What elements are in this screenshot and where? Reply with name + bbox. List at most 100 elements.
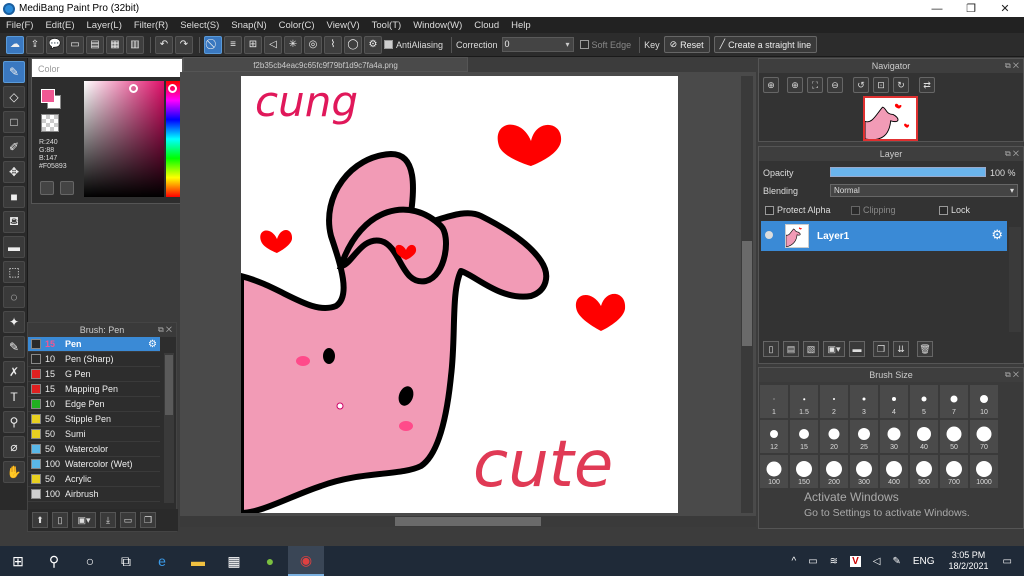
brush-size-cell[interactable]: 30 [879,419,909,454]
brush-new-icon[interactable]: ▯ [52,512,68,528]
search-icon[interactable]: ⚲ [36,546,72,576]
panel-float-icon[interactable]: ⧉ ✕ [158,323,172,337]
close-button[interactable]: ✕ [988,0,1022,17]
menu-layer[interactable]: Layer(L) [87,20,122,31]
brush-download-icon[interactable]: ⤓ [100,512,116,528]
brush-folder-icon[interactable]: ▭ [120,512,136,528]
canvas-vertical-scrollbar[interactable] [741,76,753,513]
brush-size-cell[interactable]: 100 [759,454,789,489]
comment-icon[interactable]: 💬 [46,35,64,54]
bucket-tool-icon[interactable]: ⛾ [3,211,25,233]
brush-item[interactable]: 50 Sumi [28,427,160,442]
brush-size-cell[interactable]: 300 [849,454,879,489]
notification-icon[interactable]: ▭ [1003,556,1012,567]
zoom-in-alt-icon[interactable]: ⊕ [787,77,803,93]
brush-size-cell[interactable]: 700 [939,454,969,489]
brush-menu-icon[interactable]: ▣▾ [72,512,96,528]
brush-size-cell[interactable]: 3 [849,384,879,419]
brush-list-scrollbar[interactable] [164,353,174,503]
menu-select[interactable]: Select(S) [180,20,219,31]
undo-icon[interactable]: ↶ [155,35,173,54]
text-tool-icon[interactable]: T [3,386,25,408]
cross-snap-icon[interactable]: ⊞ [244,35,262,54]
brush-size-cell[interactable]: 10 [969,384,999,419]
brush-size-cell[interactable]: 7 [939,384,969,419]
brush-size-cell[interactable]: 500 [909,454,939,489]
brush-copy-icon[interactable]: ❐ [140,512,156,528]
gear-icon[interactable]: ⚙ [364,35,382,54]
protect-alpha-checkbox[interactable] [765,205,774,215]
document-tab[interactable]: f2b35cb4eac9c65fc9f79bf1d9c7fa4a.png [183,57,468,72]
eye-icon[interactable] [765,231,773,239]
shape-tool-icon[interactable]: □ [3,111,25,133]
brush-size-cell[interactable]: 1.5 [789,384,819,419]
eyedropper-icon[interactable]: ⌀ [3,436,25,458]
hue-slider-handle[interactable] [168,84,177,93]
brush-add-icon[interactable]: ⬆ [32,512,48,528]
speech-icon[interactable]: ▭ [66,35,84,54]
eraser-tool-icon[interactable]: ◇ [3,86,25,108]
brush-size-cell[interactable]: 400 [879,454,909,489]
brush-size-cell[interactable]: 15 [789,419,819,454]
navigator-thumbnail[interactable] [863,96,918,141]
straight-line-button[interactable]: ╱ Create a straight line [713,36,818,53]
transparent-color-swatch[interactable] [41,114,59,132]
blending-select[interactable]: Normal ▾ [830,184,1018,197]
soft-edge-checkbox[interactable] [579,40,589,49]
panel-float-icon[interactable]: ⧉ ✕ [1005,368,1019,382]
task-view-icon[interactable]: ⧉ [108,546,144,576]
file-explorer-icon[interactable]: ▬ [180,546,216,576]
add-layer-menu-icon[interactable]: ▣▾ [823,341,845,357]
menu-color[interactable]: Color(C) [279,20,315,31]
clipping-option[interactable]: Clipping [851,205,896,215]
color-wheel-icon[interactable] [60,181,74,195]
lock-option[interactable]: Lock [939,205,970,215]
brush-size-cell[interactable]: 25 [849,419,879,454]
brush-size-cell[interactable]: 40 [909,419,939,454]
lasso-tool-icon[interactable]: ◌ [3,286,25,308]
reset-button[interactable]: ⊘ Reset [663,36,710,53]
new-layer-icon[interactable]: ▯ [763,341,779,357]
chevron-up-icon[interactable]: ^ [792,556,797,567]
rotate-right-icon[interactable]: ↻ [893,77,909,93]
store-icon[interactable]: ▦ [216,546,252,576]
zoom-in-icon[interactable]: ⊕ [763,77,779,93]
delete-layer-icon[interactable]: 🗑 [917,341,933,357]
panel-float-icon[interactable]: ⧉ ✕ [1005,59,1019,73]
select-pen-icon[interactable]: ✎ [3,336,25,358]
brush-tool-icon[interactable]: ✎ [3,61,25,83]
brush-item[interactable]: 10 Edge Pen [28,397,160,412]
magic-wand-icon[interactable]: ✦ [3,311,25,333]
new-8bit-layer-icon[interactable]: ▧ [803,341,819,357]
brush-item[interactable]: 50 Stipple Pen [28,412,160,427]
layer-row[interactable]: Layer1 ⚙ [761,221,1007,251]
saturation-value-picker[interactable] [84,81,164,197]
pen-icon[interactable]: ✎ [892,556,900,567]
flip-icon[interactable]: ⇄ [919,77,935,93]
volume-icon[interactable]: ◁ [873,556,881,567]
hand-tool-icon[interactable]: ✋ [3,461,25,483]
select-tool-icon[interactable]: ⬚ [3,261,25,283]
merge-layer-icon[interactable]: ⇊ [893,341,909,357]
move-tool-icon[interactable]: ✥ [3,161,25,183]
brush-item[interactable]: 50 Acrylic [28,472,160,487]
parallel-snap-icon[interactable]: ≡ [224,35,242,54]
zoom-out-icon[interactable]: ⊖ [827,77,843,93]
language-indicator[interactable]: ENG [913,556,935,567]
battery-icon[interactable]: ▭ [808,556,817,567]
brush-size-cell[interactable]: 200 [819,454,849,489]
drawing-canvas[interactable]: cung cute [241,76,678,513]
clock[interactable]: 3:05 PM 18/2/2021 [949,550,989,572]
vivaldi-tray-icon[interactable]: V [850,555,861,567]
wifi-icon[interactable]: ≋ [830,556,838,567]
brush-item[interactable]: 15 Mapping Pen [28,382,160,397]
brush-size-cell[interactable]: 1 [759,384,789,419]
select-eraser-icon[interactable]: ✗ [3,361,25,383]
snap-settings-icon[interactable]: ◯ [344,35,362,54]
menu-cloud[interactable]: Cloud [474,20,499,31]
menu-filter[interactable]: Filter(R) [134,20,168,31]
menu-snap[interactable]: Snap(N) [231,20,266,31]
snap-off-icon[interactable]: ⃠ [204,35,222,54]
fit-canvas-icon[interactable]: ⊡ [873,77,889,93]
menu-view[interactable]: View(V) [327,20,360,31]
